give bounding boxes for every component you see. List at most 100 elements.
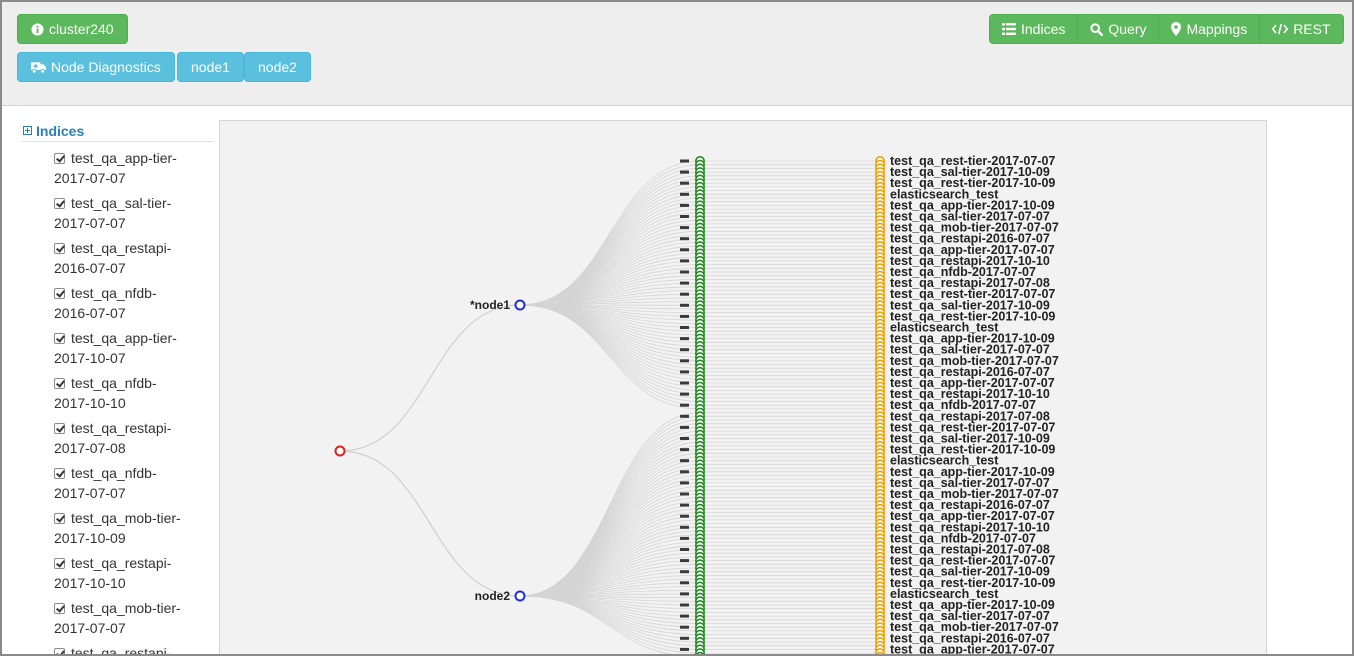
shard-number-mark [680, 448, 689, 452]
index-list-item[interactable]: test_qa_restapi- 2017-07-08 [54, 418, 214, 458]
indices-nav-label: Indices [1021, 21, 1066, 37]
shard-number-mark [680, 548, 689, 551]
node-shard-link [519, 304, 701, 373]
index-checkbox[interactable] [54, 648, 65, 654]
index-list-item[interactable]: test_qa_restapi- [54, 643, 214, 656]
query-nav-button[interactable]: Query [1078, 15, 1160, 43]
node2-button[interactable]: node2 [244, 52, 311, 82]
shard-number-mark [680, 625, 689, 629]
index-list-item[interactable]: test_qa_sal-tier- 2017-07-07 [54, 193, 214, 233]
index-checkbox[interactable] [54, 423, 65, 434]
node-shard-link [519, 264, 701, 306]
top-toolbar: cluster240 Node Diagnostics node1 node2 [2, 2, 1352, 106]
index-checkbox[interactable] [54, 378, 65, 389]
shard-number-mark [680, 303, 689, 307]
index-checkbox[interactable] [54, 153, 65, 164]
index-checkbox[interactable] [54, 468, 65, 479]
index-checkbox[interactable] [54, 333, 65, 344]
index-checkbox[interactable] [54, 558, 65, 569]
index-checkbox[interactable] [54, 288, 65, 299]
index-list-item[interactable]: test_qa_restapi- 2017-10-10 [54, 553, 214, 593]
search-icon [1090, 22, 1104, 36]
index-circle[interactable] [875, 651, 885, 656]
shard-number-mark [680, 514, 689, 518]
index-list-item[interactable]: test_qa_nfdb- 2016-07-07 [54, 283, 214, 323]
expand-icon [23, 126, 32, 135]
shard-number-mark [680, 159, 689, 163]
shard-number-mark [680, 536, 689, 540]
index-name-line1: test_qa_nfdb- [71, 465, 157, 481]
index-list-item[interactable]: test_qa_mob-tier- 2017-07-07 [54, 598, 214, 638]
shard-number-mark [680, 170, 689, 174]
shard-number-mark [680, 370, 689, 374]
node-shard-link [519, 238, 701, 306]
index-name-line1: test_qa_restapi- [71, 555, 172, 571]
node1-button[interactable]: node1 [177, 52, 244, 82]
index-name-line1: test_qa_restapi- [71, 645, 172, 656]
shard-number-mark [680, 226, 689, 230]
shard-number-mark [680, 581, 689, 585]
shard-number-mark [680, 525, 689, 529]
index-checkbox[interactable] [54, 513, 65, 524]
shard-number-mark [680, 237, 689, 241]
main-nav: Indices Query Mappings REST [989, 14, 1344, 44]
node-shard-link [519, 304, 701, 351]
node-shard-link [519, 445, 701, 597]
index-checkbox[interactable] [54, 198, 65, 209]
rest-nav-label: REST [1293, 21, 1331, 37]
node-diagnostics-button[interactable]: Node Diagnostics [17, 52, 175, 82]
index-list-item[interactable]: test_qa_restapi- 2016-07-07 [54, 238, 214, 278]
shard-number-mark [680, 570, 689, 574]
index-name-line2: 2017-07-07 [54, 620, 126, 636]
node-shard-link [519, 160, 701, 306]
cluster-tree-svg: *node1node2test_qa_rest-tier-2017-07-07t… [334, 154, 1059, 656]
indices-nav-button[interactable]: Indices [990, 15, 1079, 43]
shard-number-mark [680, 459, 689, 463]
app-window: cluster240 Node Diagnostics node1 node2 [0, 0, 1354, 656]
shard-circle[interactable] [695, 651, 705, 656]
indices-tree-toggle[interactable]: Indices [22, 120, 214, 142]
cluster-root-node[interactable] [334, 445, 346, 457]
shard-number-mark [680, 425, 689, 429]
node-circle[interactable] [514, 590, 526, 602]
index-name-line1: test_qa_mob-tier- [71, 600, 181, 616]
shard-number-mark [680, 359, 689, 363]
mappings-nav-button[interactable]: Mappings [1159, 15, 1261, 43]
shard-number-mark [680, 292, 689, 296]
node-shard-link [519, 201, 701, 306]
node-shard-link [519, 595, 701, 647]
query-nav-label: Query [1108, 21, 1147, 37]
shard-number-mark [680, 470, 689, 474]
shard-number-mark [680, 248, 689, 252]
tree-links [339, 160, 880, 654]
index-checkbox[interactable] [54, 603, 65, 614]
rest-nav-button[interactable]: REST [1260, 15, 1343, 43]
index-checkbox[interactable] [54, 243, 65, 254]
index-list-item[interactable]: test_qa_nfdb- 2017-10-10 [54, 373, 214, 413]
index-list-item[interactable]: test_qa_mob-tier- 2017-10-09 [54, 508, 214, 548]
node-shard-link [519, 460, 701, 597]
node-shard-link [519, 175, 701, 306]
index-label: test_qa_app-tier-2017-07-07 [890, 642, 1055, 656]
shard-number-mark [680, 215, 689, 218]
node-shard-link [519, 304, 701, 410]
index-name-line2: 2017-10-10 [54, 575, 126, 591]
cluster-graph: *node1 node2 test_qa_rest-tier-2017-07-07 t… [219, 120, 1267, 656]
index-list-item[interactable]: test_qa_nfdb- 2017-07-07 [54, 463, 214, 503]
index-name-line2: 2017-10-07 [54, 350, 126, 366]
shard-number-mark [680, 203, 689, 207]
shard-number-mark [680, 647, 689, 651]
index-column [874, 155, 885, 656]
node-diagnostics-label: Node Diagnostics [51, 59, 161, 75]
cluster-button[interactable]: cluster240 [17, 14, 128, 44]
shard-number-mark [680, 636, 689, 640]
shard-number-mark [680, 481, 689, 485]
list-icon [1002, 23, 1016, 35]
code-icon [1272, 23, 1289, 35]
cluster-label: cluster240 [49, 21, 114, 37]
index-list-item[interactable]: test_qa_app-tier- 2017-10-07 [54, 328, 214, 368]
node-circle[interactable] [514, 299, 526, 311]
mappings-nav-label: Mappings [1186, 21, 1248, 37]
shard-number-mark [680, 403, 689, 407]
index-list-item[interactable]: test_qa_app-tier- 2017-07-07 [54, 148, 214, 188]
